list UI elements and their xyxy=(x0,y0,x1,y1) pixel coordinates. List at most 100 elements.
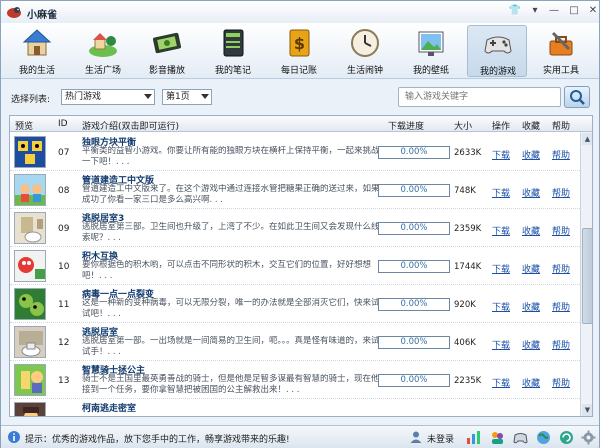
help-link[interactable]: 帮助 xyxy=(552,262,570,275)
download-link[interactable]: 下载 xyxy=(492,262,510,275)
download-link[interactable]: 下载 xyxy=(492,338,510,351)
status-tip: 提示：优秀的游戏作品，放下您手中的工作，畅享游戏带来的乐趣! xyxy=(25,435,290,445)
help-link[interactable]: 帮助 xyxy=(552,376,570,389)
download-link[interactable]: 下载 xyxy=(492,376,510,389)
scroll-up-arrow-icon[interactable]: ▲ xyxy=(582,133,592,145)
app-window: 小麻雀 👕 ▾ — □ ✕ 我的生活 生活广场 影音播放 我的笔记 $ 每日记账… xyxy=(0,0,600,448)
chevron-down-icon[interactable]: ▾ xyxy=(527,4,543,18)
toolbar-item-daily-account[interactable]: $ 每日记账 xyxy=(269,25,329,77)
favorite-link[interactable]: 收藏 xyxy=(522,148,540,161)
progress-text: 0.00% xyxy=(400,185,428,195)
search-input[interactable] xyxy=(398,87,561,107)
toolbar-item-my-wallpaper[interactable]: 我的壁纸 xyxy=(401,25,461,77)
download-progress-bar: 0.00% xyxy=(378,374,450,387)
game-description: 平衡类的益智小游戏。你要让所有能的独眼方块在横杆上保持平衡，一起来挑战一下吧！.… xyxy=(82,146,380,167)
category-select-value: 热门游戏 xyxy=(65,92,102,102)
table-row[interactable]: 柯南逃走密室 xyxy=(10,399,580,416)
shirt-skin-icon[interactable]: 👕 xyxy=(507,4,523,18)
toolbar-item-my-life[interactable]: 我的生活 xyxy=(7,25,67,77)
game-size: 406K xyxy=(454,338,476,348)
download-link[interactable]: 下载 xyxy=(492,186,510,199)
game-description: 要你根据色的积木哟，可以点击不同形状的积木，交互它们的位置，好好想想吧！. . … xyxy=(82,260,372,281)
page-select-value: 第1页 xyxy=(166,92,190,102)
favorite-link[interactable]: 收藏 xyxy=(522,300,540,313)
chevron-down-icon xyxy=(144,94,152,99)
download-progress-bar: 0.00% xyxy=(378,184,450,197)
notebook-icon xyxy=(223,29,244,57)
main-toolbar: 我的生活 生活广场 影音播放 我的笔记 $ 每日记账 生活闹钟 我的壁纸 我的游… xyxy=(1,23,599,79)
table-scrollbar[interactable]: ▲ ▼ xyxy=(580,132,592,416)
chevron-down-icon xyxy=(201,94,209,99)
download-link[interactable]: 下载 xyxy=(492,300,510,313)
house-icon xyxy=(22,29,52,56)
help-link[interactable]: 帮助 xyxy=(552,224,570,237)
svg-text:$: $ xyxy=(294,34,305,53)
toolbar-label: 每日记账 xyxy=(280,66,317,76)
game-id: 13 xyxy=(58,376,70,386)
toolbar-item-tools[interactable]: 实用工具 xyxy=(531,25,591,77)
list-select-label: 选择列表: xyxy=(11,95,51,105)
progress-text: 0.00% xyxy=(400,223,428,233)
search-button[interactable] xyxy=(564,86,590,108)
game-thumbnail xyxy=(14,402,46,416)
help-link[interactable]: 帮助 xyxy=(552,148,570,161)
game-description: 管道建造工中文版来了。在这个游戏中通过连接水管把糖果正确的送过来，如果成功了你看… xyxy=(82,184,380,205)
chart-icon[interactable] xyxy=(466,430,481,445)
close-button[interactable]: ✕ xyxy=(585,4,600,18)
scrollbar-thumb[interactable] xyxy=(582,228,592,324)
search-icon xyxy=(570,90,585,105)
table-row[interactable]: 12 逃脱居室 逃脱居室第一部。一出场就是一间简易的卫生间，呃。。。真是怪有味道… xyxy=(10,323,580,361)
minimize-button[interactable]: — xyxy=(546,4,562,18)
globe-icon[interactable] xyxy=(536,430,551,445)
download-link[interactable]: 下载 xyxy=(492,148,510,161)
refresh-icon[interactable] xyxy=(559,430,574,445)
page-select[interactable]: 第1页 xyxy=(162,89,212,105)
favorite-link[interactable]: 收藏 xyxy=(522,338,540,351)
table-row[interactable]: 07 独眼方块平衡 平衡类的益智小游戏。你要让所有能的独眼方块在横杆上保持平衡，… xyxy=(10,133,580,171)
table-row[interactable]: 10 积木互换 要你根据色的积木哟，可以点击不同形状的积木，交互它们的位置，好好… xyxy=(10,247,580,285)
download-link[interactable]: 下载 xyxy=(492,224,510,237)
toolbar-item-my-notes[interactable]: 我的笔记 xyxy=(203,25,263,77)
help-link[interactable]: 帮助 xyxy=(552,300,570,313)
game-description: 骑士不是王国里最英勇善战的骑士，但是他是足智多谋最有智慧的骑士，现在他接到一个任… xyxy=(82,374,380,395)
status-bar: 提示：优秀的游戏作品，放下您手中的工作，畅享游戏带来的乐趣! 未登录 xyxy=(1,425,599,448)
table-header: 预览 ID 游戏介绍(双击即可运行) 下载进度 大小 操作 收藏 帮助 xyxy=(10,116,592,132)
toolbar-item-life-alarm[interactable]: 生活闹钟 xyxy=(335,25,395,77)
header-help: 帮助 xyxy=(552,122,571,132)
sparrow-logo-icon xyxy=(7,7,21,18)
game-size: 2633K xyxy=(454,148,482,158)
game-size: 920K xyxy=(454,300,476,310)
help-link[interactable]: 帮助 xyxy=(552,338,570,351)
favorite-link[interactable]: 收藏 xyxy=(522,186,540,199)
toolbar-item-my-games[interactable]: 我的游戏 xyxy=(467,25,527,77)
login-button[interactable]: 未登录 xyxy=(409,430,454,445)
gear-icon[interactable] xyxy=(581,430,596,445)
table-row[interactable]: 08 管道建造工中文版 管道建造工中文版来了。在这个游戏中通过连接水管把糖果正确… xyxy=(10,171,580,209)
gamepad-small-icon[interactable] xyxy=(513,430,528,445)
table-row[interactable]: 13 智慧骑士拯公主 骑士不是王国里最英勇善战的骑士，但是他是足智多谋最有智慧的… xyxy=(10,361,580,399)
download-progress-bar: 0.00% xyxy=(378,336,450,349)
scroll-down-arrow-icon[interactable]: ▼ xyxy=(582,404,592,416)
maximize-button[interactable]: □ xyxy=(566,4,582,18)
download-progress-bar: 0.00% xyxy=(378,222,450,235)
toolbar-item-life-square[interactable]: 生活广场 xyxy=(73,25,133,77)
category-select[interactable]: 热门游戏 xyxy=(61,89,155,105)
help-link[interactable]: 帮助 xyxy=(552,186,570,199)
header-preview: 预览 xyxy=(15,122,34,132)
game-size: 748K xyxy=(454,186,476,196)
game-description: 逃脱居室第三部。卫生间也升级了，上湾了不少。在如此卫生间又会发现什么线索呢？. … xyxy=(82,222,380,243)
gamepad-icon xyxy=(484,36,512,54)
download-progress-bar: 0.00% xyxy=(378,146,450,159)
table-row[interactable]: 11 病毒一点一点裂变 这是一种新的变种病毒，可以无限分裂，唯一的办法就是全部消… xyxy=(10,285,580,323)
toolbar-label: 我的壁纸 xyxy=(412,66,449,76)
favorite-link[interactable]: 收藏 xyxy=(522,224,540,237)
game-table: 预览 ID 游戏介绍(双击即可运行) 下载进度 大小 操作 收藏 帮助 07 独… xyxy=(9,115,593,417)
favorite-link[interactable]: 收藏 xyxy=(522,376,540,389)
table-row[interactable]: 09 逃脱居室3 逃脱居室第三部。卫生间也升级了，上湾了不少。在如此卫生间又会发… xyxy=(10,209,580,247)
favorite-link[interactable]: 收藏 xyxy=(522,262,540,275)
filter-bar: 选择列表: 热门游戏 第1页 xyxy=(1,80,599,114)
toolbar-item-media-player[interactable]: 影音播放 xyxy=(137,25,197,77)
download-progress-bar: 0.00% xyxy=(378,298,450,311)
people-icon[interactable] xyxy=(490,430,505,445)
game-name: 柯南逃走密室 xyxy=(82,404,137,414)
